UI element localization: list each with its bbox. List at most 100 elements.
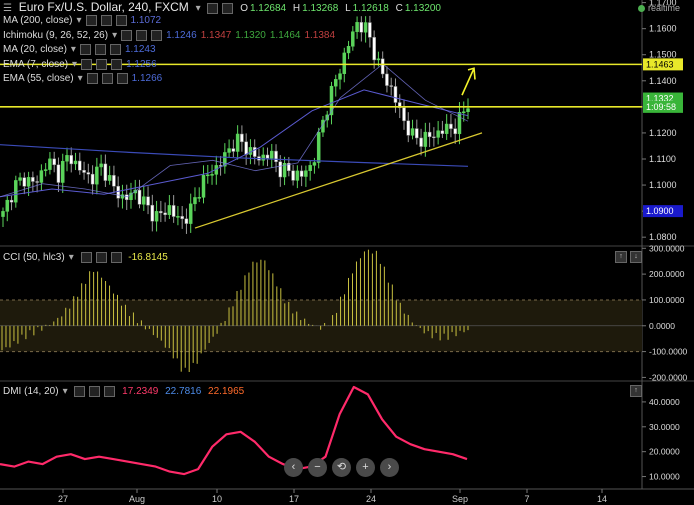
candle-body <box>159 211 163 214</box>
candle-body <box>444 123 449 134</box>
eye-icon[interactable] <box>86 73 98 84</box>
chevron-down-icon[interactable]: ▾ <box>112 30 117 41</box>
indicator-value: 1.1464 <box>269 29 301 41</box>
candle-body <box>188 203 193 224</box>
close-icon[interactable] <box>151 29 163 41</box>
close-icon[interactable] <box>115 15 127 26</box>
candle-body <box>206 174 210 177</box>
close-icon[interactable] <box>111 58 123 70</box>
dmi-value-0: 17.2349 <box>122 386 159 398</box>
time-tick-label: 7 <box>524 494 529 504</box>
chevron-down-icon[interactable]: ▾ <box>72 59 77 70</box>
eye-icon[interactable] <box>85 15 97 26</box>
dmi-close-icon[interactable] <box>104 386 116 397</box>
candle-body <box>210 174 214 176</box>
cci-settings-icon[interactable] <box>95 252 107 263</box>
candle-body <box>146 196 150 206</box>
candle-body <box>78 160 82 171</box>
candle-body <box>368 22 372 38</box>
settings-icon[interactable] <box>100 15 112 26</box>
close-icon[interactable] <box>109 44 121 55</box>
zoom-in-button[interactable]: + <box>356 458 375 477</box>
candle-body <box>278 161 283 178</box>
eye-icon[interactable] <box>81 58 93 70</box>
indicator-label[interactable]: EMA (7, close) <box>3 59 68 70</box>
dmi-settings-icon[interactable] <box>89 386 101 397</box>
chevron-down-icon[interactable]: ▾ <box>76 15 81 26</box>
zoom-out-button[interactable]: − <box>308 458 327 477</box>
candle-body <box>316 131 321 163</box>
pane-up-icon[interactable]: ↑ <box>630 385 642 397</box>
candle-body <box>197 197 201 199</box>
candle-body <box>440 130 445 134</box>
price-axis-label: 1.1463 <box>646 59 674 69</box>
cci-eye-icon[interactable] <box>80 252 92 263</box>
settings-icon[interactable] <box>101 73 113 84</box>
candle-body <box>466 108 470 112</box>
brand-label: realtime <box>647 3 680 13</box>
cci-close-icon[interactable] <box>110 252 122 263</box>
candle-body <box>95 166 99 185</box>
candle-body <box>312 162 317 166</box>
menu-icon[interactable]: ☰ <box>3 3 12 14</box>
indicator-label[interactable]: Ichimoku (9, 26, 52, 26) <box>3 30 108 41</box>
dmi-pane-controls: ↑ <box>630 385 642 397</box>
time-tick-label: 14 <box>597 494 607 504</box>
candle-body <box>150 204 155 222</box>
candle-body <box>385 73 389 86</box>
time-tick-label: Aug <box>129 494 145 504</box>
candle-body <box>142 196 146 205</box>
scroll-left-button[interactable]: ‹ <box>284 458 303 477</box>
candle-body <box>235 133 240 152</box>
candle-body <box>402 107 406 122</box>
settings-icon[interactable] <box>136 29 148 41</box>
candle-body <box>52 158 56 166</box>
header-row: ☰ Euro Fx/U.S. Dollar, 240, FXCM ▾ O 1.12… <box>3 0 441 14</box>
dmi-tick-label: 20.0000 <box>649 447 680 457</box>
indicator-label[interactable]: MA (20, close) <box>3 44 67 55</box>
ohlc-c-value: 1.13200 <box>404 3 441 14</box>
candle-body <box>351 31 355 47</box>
settings-icon[interactable] <box>94 44 106 55</box>
time-tick-label: 24 <box>366 494 376 504</box>
candle-body <box>308 165 312 171</box>
eye-icon[interactable] <box>79 44 91 55</box>
eye-icon[interactable] <box>121 29 133 41</box>
ohlc-h-value: 1.13268 <box>302 3 339 14</box>
candle-body <box>112 175 116 187</box>
pane-down-icon[interactable]: ↓ <box>630 251 642 263</box>
chevron-down-icon[interactable]: ▾ <box>71 44 76 55</box>
candle-body <box>82 170 86 173</box>
candle-body <box>265 154 270 159</box>
candle-body <box>124 194 129 201</box>
dmi-eye-icon[interactable] <box>74 386 86 397</box>
indicator-label[interactable]: EMA (55, close) <box>3 73 74 84</box>
candle-body <box>231 148 236 152</box>
cci-label[interactable]: CCI (50, hlc3) <box>3 252 65 263</box>
time-tick-label: Sep <box>452 494 468 504</box>
indicator-row: EMA (55, close) ▾ 1.1266 <box>3 73 166 84</box>
candle-body <box>423 131 428 147</box>
settings-icon[interactable] <box>207 2 219 14</box>
indicator-label[interactable]: MA (200, close) <box>3 15 72 26</box>
close-icon[interactable] <box>116 73 128 84</box>
candle-body <box>227 148 231 153</box>
chart-nav-bar: ‹ − ⟲ + › <box>284 458 399 477</box>
dmi-label[interactable]: DMI (14, 20) <box>3 386 59 397</box>
candle-body <box>359 22 364 33</box>
candle-body <box>461 111 466 113</box>
candle-body <box>90 173 95 185</box>
candle-body <box>291 170 295 181</box>
candle-body <box>56 164 61 183</box>
close-icon[interactable] <box>222 2 234 14</box>
reset-button[interactable]: ⟲ <box>332 458 351 477</box>
candle-body <box>26 177 31 187</box>
candle-body <box>65 155 69 162</box>
candle-body <box>31 177 35 182</box>
symbol-title[interactable]: Euro Fx/U.S. Dollar, 240, FXCM <box>19 0 189 14</box>
pane-up-icon[interactable]: ↑ <box>615 251 627 263</box>
scroll-right-button[interactable]: › <box>380 458 399 477</box>
settings-icon[interactable] <box>96 58 108 70</box>
candle-body <box>184 218 189 224</box>
chevron-down-icon[interactable]: ▾ <box>78 73 83 84</box>
